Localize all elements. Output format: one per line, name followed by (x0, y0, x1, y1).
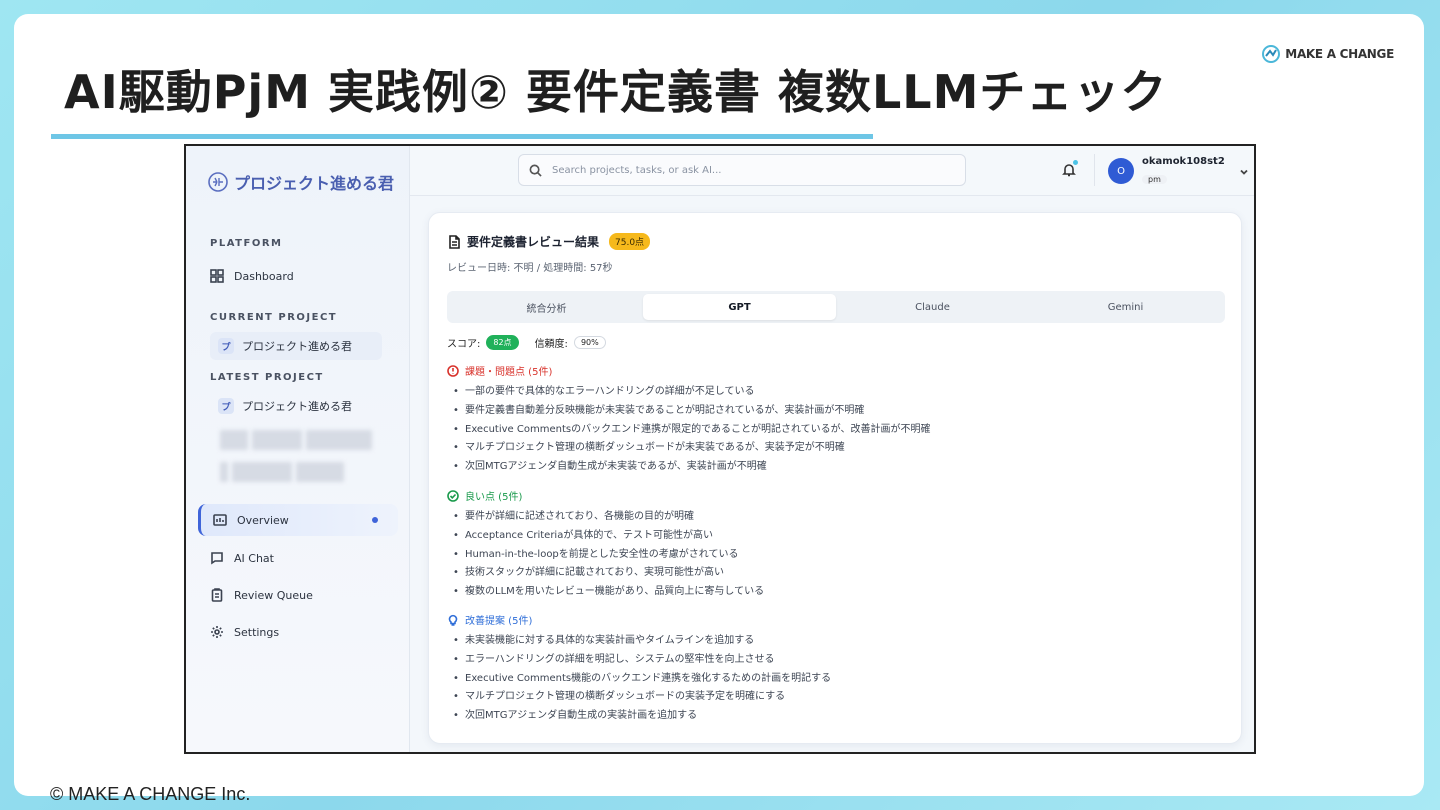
brand-text: MAKE A CHANGE (1285, 47, 1394, 61)
strengths-list: 要件が詳細に記述されており、各機能の目的が明確 Acceptance Crite… (447, 508, 764, 602)
list-item: 要件が詳細に記述されており、各機能の目的が明確 (453, 508, 764, 527)
review-meta: レビュー日時: 不明 / 処理時間: 57秒 (447, 263, 613, 274)
list-item: エラーハンドリングの詳細を明記し、システムの堅牢性を向上させる (453, 651, 831, 670)
notification-button[interactable] (1062, 160, 1078, 177)
review-card: 要件定義書レビュー結果 75.0点 レビュー日時: 不明 / 処理時間: 57秒… (428, 212, 1242, 744)
list-item: 複数のLLMを用いたレビュー機能があり、品質向上に寄与している (453, 583, 764, 602)
redacted-project (220, 430, 372, 450)
issues-list: 一部の要件で具体的なエラーハンドリングの詳細が不足している 要件定義書自動差分反… (447, 383, 930, 477)
review-title: 要件定義書レビュー結果 (467, 235, 600, 249)
score-label: スコア: (447, 339, 481, 350)
clipboard-icon (211, 588, 223, 602)
overview-icon (213, 514, 227, 526)
issues-heading: 課題・問題点 (5件) (447, 363, 930, 378)
suggestions-heading-text: 改善提案 (5件) (465, 616, 533, 627)
redacted-project (220, 462, 344, 482)
gear-icon (211, 626, 223, 638)
topbar-divider (1094, 154, 1095, 186)
tab-gpt[interactable]: GPT (643, 294, 836, 320)
app-logo[interactable]: プロジェクト進める君 (206, 170, 394, 194)
search-input[interactable] (552, 164, 932, 176)
brand-logo: MAKE A CHANGE (1261, 44, 1394, 64)
search-box[interactable] (518, 154, 966, 186)
project-name: プロジェクト進める君 (242, 340, 352, 353)
llm-tabs: 統合分析 GPT Claude Gemini (447, 291, 1225, 323)
list-item: 一部の要件で具体的なエラーハンドリングの詳細が不足している (453, 383, 930, 402)
title-underline (51, 134, 873, 139)
sidebar-item-label: Review Queue (234, 588, 313, 602)
issues-section: 課題・問題点 (5件) 一部の要件で具体的なエラーハンドリングの詳細が不足してい… (447, 363, 930, 477)
sidebar-item-dashboard[interactable]: Dashboard (198, 260, 398, 292)
sidebar-item-label: Overview (237, 513, 289, 527)
list-item: Acceptance Criteriaが具体的で、テスト可能性が高い (453, 527, 764, 546)
chat-icon (211, 552, 223, 565)
app-logo-text: プロジェクト進める君 (234, 174, 395, 193)
user-name: okamok108st2 (1142, 156, 1225, 167)
project-badge: プ (218, 398, 234, 414)
brand-icon (1262, 45, 1281, 63)
sidebar-item-settings[interactable]: Settings (198, 616, 398, 648)
list-item: 未実装機能に対する具体的な実装計画やタイムラインを追加する (453, 632, 831, 651)
app-screenshot: プロジェクト進める君 PLATFORM Dashboard CURRENT PR… (184, 144, 1256, 754)
overall-score-badge: 75.0点 (609, 233, 651, 250)
sidebar-item-label: Dashboard (234, 269, 294, 283)
strengths-heading: 良い点 (5件) (447, 488, 764, 503)
confidence-badge: 90% (573, 336, 606, 349)
sidebar-item-label: Settings (234, 625, 280, 639)
list-item: Executive Comments機能のバックエンド連携を強化するための計画を… (453, 670, 831, 689)
document-icon (449, 234, 460, 249)
alert-circle-icon (447, 364, 459, 377)
sidebar-item-ai-chat[interactable]: AI Chat (198, 542, 398, 574)
issues-heading-text: 課題・問題点 (5件) (465, 367, 553, 378)
list-item: 技術スタックが詳細に記載されており、実現可能性が高い (453, 564, 764, 583)
check-circle-icon (447, 489, 459, 502)
chevron-down-icon[interactable] (1233, 162, 1249, 181)
current-project-label: CURRENT PROJECT (210, 312, 338, 323)
brain-icon (208, 172, 228, 192)
grid-icon (210, 269, 224, 283)
list-item: 次回MTGアジェンダ自動生成の実装計画を追加する (453, 707, 831, 726)
suggestions-section: 改善提案 (5件) 未実装機能に対する具体的な実装計画やタイムラインを追加する … (447, 612, 831, 726)
project-badge: プ (218, 338, 234, 354)
list-item: マルチプロジェクト管理の横断ダッシュボードの実装予定を明確にする (453, 688, 831, 707)
list-item: 要件定義書自動差分反映機能が未実装であることが明記されているが、実装計画が不明確 (453, 402, 930, 421)
tab-claude[interactable]: Claude (836, 294, 1029, 320)
list-item: 次回MTGアジェンダ自動生成が未実装であるが、実装計画が不明確 (453, 458, 930, 477)
slide-title: AI駆動PjM 実践例② 要件定義書 複数LLMチェック (64, 65, 1168, 119)
score-badge: 82点 (486, 335, 519, 350)
score-metrics: スコア: 82点 信頼度: 90% (447, 335, 606, 350)
copyright: © MAKE A CHANGE Inc. (50, 784, 251, 804)
suggestions-list: 未実装機能に対する具体的な実装計画やタイムラインを追加する エラーハンドリングの… (447, 632, 831, 726)
tab-integrated[interactable]: 統合分析 (450, 294, 643, 320)
search-icon (529, 164, 542, 177)
topbar: O okamok108st2 pm (410, 146, 1254, 196)
notification-dot (1073, 160, 1078, 165)
user-info: okamok108st2 pm (1142, 156, 1225, 186)
sidebar-item-review-queue[interactable]: Review Queue (198, 579, 398, 611)
review-header: 要件定義書レビュー結果 75.0点 (447, 233, 651, 250)
latest-project-item[interactable]: プ プロジェクト進める君 (210, 392, 382, 420)
list-item: Human-in-the-loopを前提とした安全性の考慮がされている (453, 546, 764, 565)
lightbulb-icon (448, 614, 458, 626)
sidebar-item-label: AI Chat (234, 551, 274, 565)
latest-project-label: LATEST PROJECT (210, 372, 324, 383)
strengths-section: 良い点 (5件) 要件が詳細に記述されており、各機能の目的が明確 Accepta… (447, 488, 764, 602)
list-item: マルチプロジェクト管理の横断ダッシュボードが未実装であるが、実装予定が不明確 (453, 439, 930, 458)
current-project-item[interactable]: プ プロジェクト進める君 (210, 332, 382, 360)
avatar: O (1108, 158, 1134, 184)
tab-gemini[interactable]: Gemini (1029, 294, 1222, 320)
list-item: Executive Commentsのバックエンド連携が限定的であることが明記さ… (453, 421, 930, 440)
suggestions-heading: 改善提案 (5件) (447, 612, 831, 627)
platform-label: PLATFORM (210, 238, 283, 249)
sidebar-item-overview[interactable]: Overview (198, 504, 398, 536)
active-indicator (372, 517, 378, 523)
user-menu[interactable]: O okamok108st2 pm (1108, 156, 1249, 186)
confidence-label: 信頼度: (534, 339, 568, 350)
user-role: pm (1142, 175, 1167, 184)
bell-icon (1062, 164, 1076, 177)
sidebar: プロジェクト進める君 PLATFORM Dashboard CURRENT PR… (186, 146, 410, 752)
project-name: プロジェクト進める君 (242, 400, 352, 413)
strengths-heading-text: 良い点 (5件) (465, 492, 523, 503)
